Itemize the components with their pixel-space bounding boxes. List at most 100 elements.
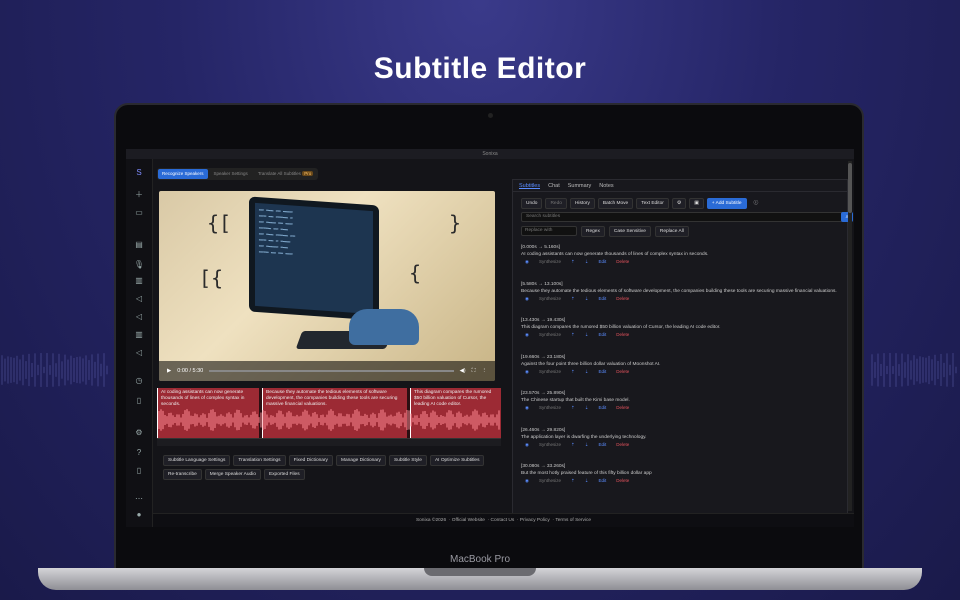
fullscreen-icon[interactable]: ⛶	[472, 368, 476, 375]
help-icon[interactable]: ?	[133, 447, 145, 459]
subtitle-text[interactable]: But the most hotly praised feature of th…	[521, 470, 845, 477]
synthesize-button[interactable]: Synthesize	[539, 368, 561, 376]
page-icon[interactable]: ▯	[133, 465, 145, 477]
notes-icon[interactable]: ▯	[133, 395, 145, 407]
play-icon[interactable]: ▶	[167, 368, 171, 374]
tab-notes[interactable]: Notes	[599, 182, 613, 189]
move-down-icon[interactable]: ⇣	[585, 477, 589, 485]
play-segment-icon[interactable]: ◉	[525, 368, 529, 376]
move-down-icon[interactable]: ⇣	[585, 404, 589, 412]
sound-pro-icon[interactable]: ◁	[133, 347, 145, 359]
play-segment-icon[interactable]: ◉	[525, 295, 529, 303]
edit-button[interactable]: Edit	[599, 404, 607, 412]
subtitle-item[interactable]: [26.460s → 29.820s] The application layer…	[521, 427, 845, 463]
play-segment-icon[interactable]: ◉	[525, 404, 529, 412]
retranscribe-button[interactable]: Re-transcribe	[163, 469, 202, 480]
edit-button[interactable]: Edit	[599, 441, 607, 449]
subtitle-text[interactable]: This diagram compares the rumored $50 bi…	[521, 324, 845, 331]
subtitle-text[interactable]: AI coding assistants can now generate th…	[521, 251, 845, 258]
edit-button[interactable]: Edit	[599, 295, 607, 303]
synthesize-button[interactable]: Synthesize	[539, 331, 561, 339]
translation-settings-button[interactable]: Translation Settings	[233, 455, 286, 466]
subtitle-item[interactable]: [23.570s → 25.890s] The Chinese startup t…	[521, 390, 845, 426]
tab-subtitles[interactable]: Subtitles	[519, 182, 541, 189]
redo-button[interactable]: Redo	[545, 198, 567, 209]
subtitle-style-button[interactable]: Subtitle Style	[388, 455, 427, 466]
speaker-pro-icon[interactable]: ◁	[133, 293, 145, 305]
play-segment-icon[interactable]: ◉	[525, 258, 529, 266]
subtitle-text[interactable]: Because they automate the tedious elemen…	[521, 288, 845, 295]
play-segment-icon[interactable]: ◉	[525, 441, 529, 449]
tab-speaker-settings[interactable]: Speaker Settings	[210, 169, 252, 179]
play-segment-icon[interactable]: ◉	[525, 477, 529, 485]
exported-files-button[interactable]: Exported Files	[263, 469, 305, 480]
synthesize-button[interactable]: Synthesize	[539, 258, 561, 266]
delete-button[interactable]: Delete	[616, 295, 629, 303]
edit-button[interactable]: Edit	[599, 477, 607, 485]
fixed-dictionary-button[interactable]: Fixed Dictionary	[288, 455, 333, 466]
footer-link-website[interactable]: Official Website	[452, 518, 485, 523]
volume-icon[interactable]: ◀)	[460, 368, 466, 374]
move-up-icon[interactable]: ⇡	[571, 331, 575, 339]
tab-summary[interactable]: Summary	[568, 182, 592, 189]
delete-button[interactable]: Delete	[616, 441, 629, 449]
settings-icon[interactable]: ⚙	[133, 427, 145, 439]
synthesize-button[interactable]: Synthesize	[539, 441, 561, 449]
move-up-icon[interactable]: ⇡	[571, 258, 575, 266]
manage-dictionary-button[interactable]: Manage Dictionary	[335, 455, 386, 466]
delete-button[interactable]: Delete	[616, 477, 629, 485]
search-input[interactable]: Search subtitles	[521, 212, 851, 222]
move-down-icon[interactable]: ⇣	[585, 441, 589, 449]
folder-icon[interactable]: ▭	[133, 207, 145, 219]
ai-optimize-button[interactable]: AI Optimize Subtitles	[429, 455, 485, 466]
edit-button[interactable]: Edit	[599, 258, 607, 266]
batch-move-button[interactable]: Batch Move	[597, 198, 634, 209]
add-subtitle-button[interactable]: + Add Subtitle	[706, 198, 747, 209]
file-pro-2-icon[interactable]: ▥	[133, 329, 145, 341]
subtitle-text[interactable]: The Chinese startup that built the Kimi …	[521, 397, 845, 404]
move-up-icon[interactable]: ⇡	[571, 404, 575, 412]
replace-all-button[interactable]: Replace All	[654, 226, 689, 237]
subtitle-language-settings-button[interactable]: Subtitle Language Settings	[163, 455, 231, 466]
gear-icon[interactable]: ⚙	[671, 198, 687, 209]
microphone-icon[interactable]: 🎙	[133, 259, 145, 271]
document-icon[interactable]: ▤	[133, 239, 145, 251]
move-down-icon[interactable]: ⇣	[585, 368, 589, 376]
scrollbar[interactable]	[848, 161, 852, 511]
subtitle-item[interactable]: [19.660s → 23.180s] Against the four poin…	[521, 354, 845, 390]
delete-button[interactable]: Delete	[616, 331, 629, 339]
tab-translate-all[interactable]: Translate All Subtitles Pro	[254, 169, 317, 179]
move-down-icon[interactable]: ⇣	[585, 295, 589, 303]
tab-recognize-speakers[interactable]: Recognize Speakers	[158, 169, 208, 179]
delete-button[interactable]: Delete	[616, 368, 629, 376]
move-up-icon[interactable]: ⇡	[571, 295, 575, 303]
help-circle-icon[interactable]: ⓘ	[750, 199, 763, 208]
undo-button[interactable]: Undo	[521, 198, 543, 209]
footer-link-privacy[interactable]: Privacy Policy	[520, 518, 550, 523]
seek-bar[interactable]	[209, 370, 454, 372]
plus-icon[interactable]: ＋	[133, 189, 145, 201]
subtitle-item[interactable]: [13.430s → 19.430s] This diagram compares…	[521, 317, 845, 353]
tab-chat[interactable]: Chat	[548, 182, 560, 189]
video-player[interactable]: {[ [{ { } ══ ═══ ══ ════ ═══ ══ ═════ ═ …	[159, 191, 495, 381]
move-up-icon[interactable]: ⇡	[571, 441, 575, 449]
case-sensitive-toggle[interactable]: Case Sensitive	[608, 226, 651, 237]
more-options-icon[interactable]: ⋮	[482, 368, 488, 374]
history-icon[interactable]: ◷	[133, 375, 145, 387]
volume-pro-icon[interactable]: ◁	[133, 311, 145, 323]
move-down-icon[interactable]: ⇣	[585, 331, 589, 339]
text-editor-button[interactable]: Text Editor	[636, 198, 669, 209]
move-up-icon[interactable]: ⇡	[571, 368, 575, 376]
delete-button[interactable]: Delete	[616, 404, 629, 412]
save-icon[interactable]: ▣	[689, 198, 704, 209]
merge-speaker-audio-button[interactable]: Merge Speaker Audio	[204, 469, 261, 480]
move-down-icon[interactable]: ⇣	[585, 258, 589, 266]
app-logo-icon[interactable]: S	[133, 167, 145, 179]
regex-toggle[interactable]: Regex	[581, 226, 605, 237]
move-up-icon[interactable]: ⇡	[571, 477, 575, 485]
replace-input[interactable]: Replace with	[521, 226, 577, 236]
subtitle-item[interactable]: [5.580s → 13.100s] Because they automate …	[521, 281, 845, 317]
account-icon[interactable]: ●	[133, 509, 145, 521]
subtitle-item[interactable]: [30.080s → 33.260s] But the most hotly pr…	[521, 463, 845, 499]
edit-button[interactable]: Edit	[599, 368, 607, 376]
